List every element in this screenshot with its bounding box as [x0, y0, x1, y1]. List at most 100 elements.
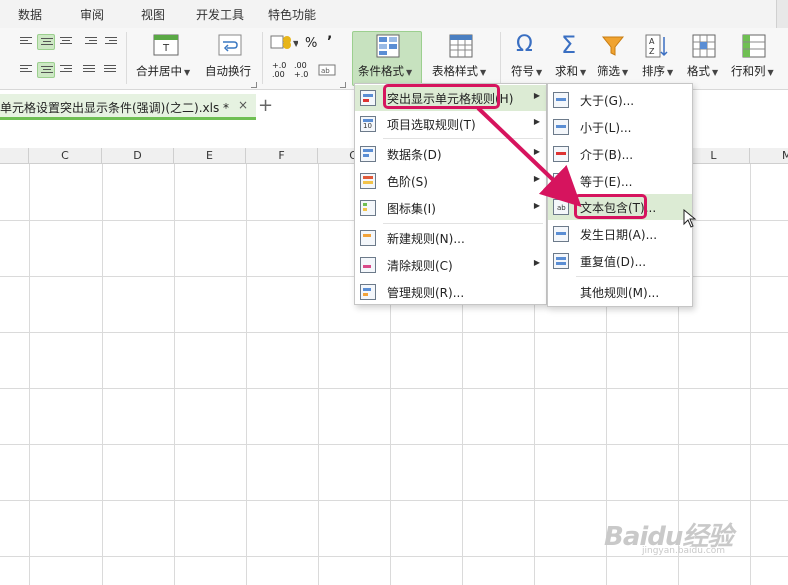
tab-special-features[interactable]: 特色功能 [268, 6, 316, 23]
sum-button[interactable]: 求和 ▼ [555, 63, 586, 79]
menu-item-new-rule[interactable]: 新建规则(N)... [355, 225, 546, 251]
alignment-dialog-launcher[interactable] [251, 82, 257, 88]
submenu-item-more-rules[interactable]: 其他规则(M)... [548, 279, 692, 305]
add-tab-button[interactable]: + [258, 95, 273, 116]
menu-item-label: 色阶(S) [387, 175, 428, 189]
menu-item-label: 项目选取规则(T) [387, 118, 476, 132]
submenu-item-label: 等于(E)... [580, 175, 633, 189]
rows-cols-button[interactable]: 行和列 ▼ [731, 63, 774, 79]
merge-center-button[interactable]: 合并居中 ▼ [136, 63, 190, 79]
increase-decimal-button[interactable]: +.0.00 [272, 61, 286, 79]
align-center-button[interactable] [37, 62, 55, 78]
filter-label: 筛选 [597, 64, 620, 78]
equal-to-icon [553, 173, 569, 189]
conditional-format-label-wrap: 条件格式 ▼ [358, 64, 413, 78]
menu-item-label: 数据条(D) [387, 148, 442, 162]
submenu-item-label: 介于(B)... [580, 148, 634, 162]
submenu-item-less-than[interactable]: 小于(L)... [548, 114, 692, 140]
column-header-d[interactable]: D [102, 148, 174, 164]
document-tab-title: 单元格设置突出显示条件(强调)(之二).xls * [0, 101, 230, 115]
submenu-arrow-icon: ▶ [533, 258, 540, 267]
comma-button[interactable]: ’ [327, 34, 332, 50]
svg-text:ab: ab [321, 67, 330, 75]
sort-glyph-a: A [649, 37, 655, 46]
decrease-decimal-button[interactable]: .00 +.0 [294, 61, 308, 79]
tab-data[interactable]: 数据 [18, 6, 42, 23]
callout-text-contains [574, 194, 647, 219]
distributed-align-button[interactable] [101, 62, 119, 78]
submenu-item-label: 大于(G)... [580, 94, 635, 108]
wrap-text-label[interactable]: 自动换行 [205, 63, 251, 79]
text-contains-icon: ab [553, 199, 569, 215]
format-convert-icon[interactable]: ab [318, 64, 336, 76]
menu-item-icon-sets[interactable]: 图标集(I) ▶ [355, 195, 546, 221]
submenu-item-duplicate-values[interactable]: 重复值(D)... [548, 248, 692, 274]
less-than-icon [553, 119, 569, 135]
align-bottom-button[interactable] [57, 34, 75, 50]
sum-label: 求和 [555, 64, 578, 78]
submenu-arrow-icon: ▶ [533, 201, 540, 210]
svg-text:▼: ▼ [293, 39, 298, 48]
table-style-icon[interactable] [449, 34, 473, 58]
menu-item-manage-rules[interactable]: 管理规则(R)... [355, 279, 546, 305]
filter-button[interactable]: 筛选 ▼ [597, 63, 628, 79]
sort-label: 排序 [642, 64, 665, 78]
submenu-item-date-occurring[interactable]: 发生日期(A)... [548, 221, 692, 247]
clear-rules-icon [360, 257, 376, 273]
menu-separator [383, 138, 543, 139]
column-header-f[interactable]: F [246, 148, 318, 164]
tab-developer[interactable]: 开发工具 [196, 6, 244, 23]
column-header-m[interactable]: M [750, 148, 788, 164]
submenu-arrow-icon: ▶ [533, 117, 540, 126]
table-style-label: 表格样式 [432, 64, 478, 78]
menu-item-top-bottom-rules[interactable]: 10 项目选取规则(T) ▶ [355, 111, 546, 137]
decrease-indent-button[interactable] [82, 34, 100, 50]
sort-icon[interactable]: A Z [644, 33, 670, 59]
svg-text:T: T [162, 43, 170, 54]
rows-cols-icon[interactable] [742, 34, 766, 58]
omega-icon[interactable]: Ω [516, 32, 533, 57]
decrease-decimal-line2: +.0 [294, 70, 309, 79]
submenu-arrow-icon: ▶ [533, 91, 540, 100]
align-right-button[interactable] [57, 62, 75, 78]
submenu-item-between[interactable]: 介于(B)... [548, 141, 692, 167]
align-middle-button[interactable] [37, 34, 55, 50]
sigma-icon[interactable]: Σ [561, 31, 576, 59]
highlight-rules-icon [360, 90, 376, 106]
number-dialog-launcher[interactable] [340, 82, 346, 88]
column-header-e[interactable]: E [174, 148, 246, 164]
column-header-c[interactable]: C [29, 148, 102, 164]
grid-line [102, 164, 103, 585]
table-style-button[interactable]: 表格样式 ▼ [432, 63, 486, 79]
align-top-button[interactable] [17, 34, 35, 50]
menu-item-clear-rules[interactable]: 清除规则(C) ▶ [355, 252, 546, 278]
close-tab-icon[interactable]: × [238, 98, 248, 112]
submenu-item-greater-than[interactable]: 大于(G)... [548, 87, 692, 113]
sort-glyph-z: Z [649, 47, 655, 56]
menu-item-data-bars[interactable]: 数据条(D) ▶ [355, 141, 546, 167]
merge-center-label: 合并居中 [136, 64, 182, 78]
corner-cell[interactable] [0, 148, 29, 164]
format-button[interactable]: 格式 ▼ [687, 63, 718, 79]
date-occurring-icon [553, 226, 569, 242]
submenu-item-equal-to[interactable]: 等于(E)... [548, 168, 692, 194]
submenu-arrow-icon: ▶ [533, 147, 540, 156]
tab-review[interactable]: 审阅 [80, 6, 104, 23]
currency-format-icon[interactable]: ▼ [270, 34, 298, 52]
grid-line [318, 164, 319, 585]
symbol-button[interactable]: 符号 ▼ [511, 63, 542, 79]
menu-scroll-button[interactable] [776, 0, 788, 28]
conditional-format-label: 条件格式 [358, 64, 404, 78]
align-left-button[interactable] [17, 62, 35, 78]
increase-indent-button[interactable] [102, 34, 120, 50]
percent-button[interactable]: % [305, 36, 317, 51]
tab-view[interactable]: 视图 [141, 6, 165, 23]
filter-icon[interactable] [601, 34, 625, 58]
menu-item-color-scales[interactable]: 色阶(S) ▶ [355, 168, 546, 194]
sort-button[interactable]: 排序 ▼ [642, 63, 673, 79]
document-tab[interactable]: 单元格设置突出显示条件(强调)(之二).xls * × [0, 94, 256, 120]
merge-center-icon[interactable]: T [153, 34, 179, 56]
justify-button[interactable] [80, 62, 98, 78]
format-icon[interactable] [692, 34, 716, 58]
wrap-text-icon[interactable] [218, 34, 242, 56]
